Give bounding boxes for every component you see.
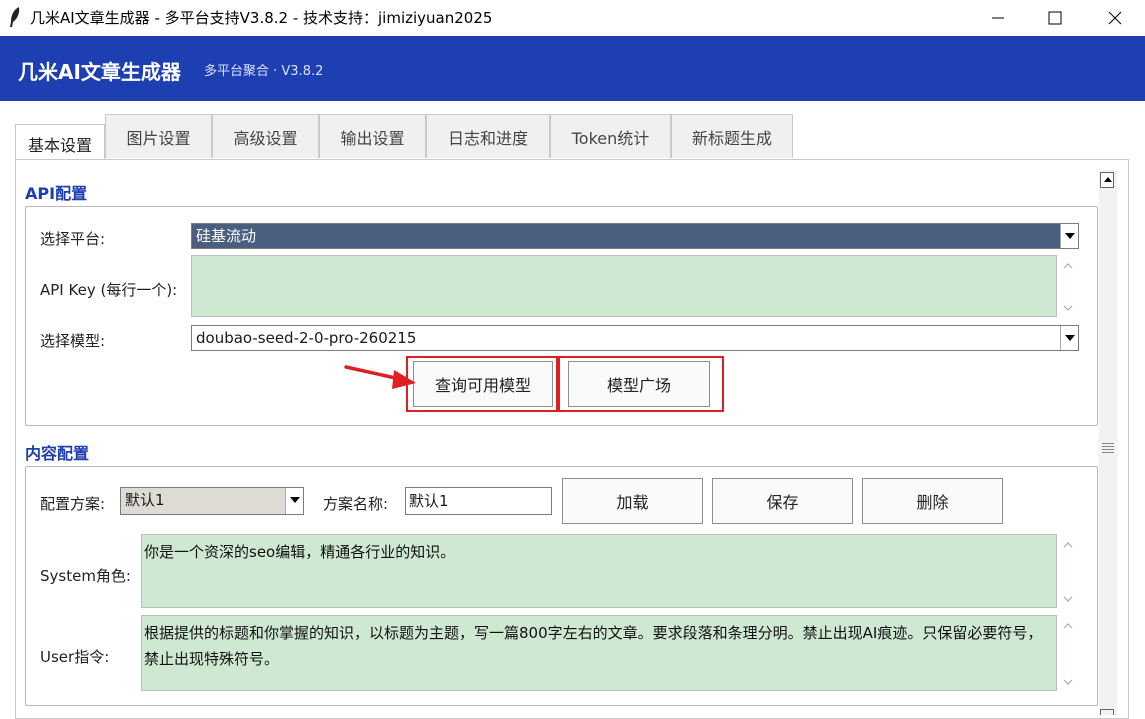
window-title: 几米AI文章生成器 - 多平台支持V3.8.2 - 技术支持：jimiziyua… bbox=[30, 9, 493, 27]
scroll-down-chevron-icon[interactable] bbox=[1062, 678, 1074, 686]
tab-token-stats[interactable]: Token统计 bbox=[550, 114, 671, 158]
system-role-scrollbar[interactable] bbox=[1060, 537, 1076, 607]
platform-select[interactable]: 硅基流动 bbox=[191, 223, 1079, 249]
scroll-up-chevron-icon[interactable] bbox=[1062, 622, 1074, 630]
scroll-up-arrow-icon[interactable] bbox=[1100, 172, 1114, 188]
model-label: 选择模型: bbox=[40, 332, 106, 350]
content-config-title: 内容配置 bbox=[25, 444, 90, 463]
delete-button[interactable]: 删除 bbox=[862, 478, 1003, 524]
chevron-down-icon[interactable] bbox=[285, 488, 303, 514]
chevron-down-icon[interactable] bbox=[1060, 326, 1078, 350]
window-titlebar: 几米AI文章生成器 - 多平台支持V3.8.2 - 技术支持：jimiziyua… bbox=[0, 0, 1145, 36]
model-select-value: doubao-seed-2-0-pro-260215 bbox=[196, 329, 417, 347]
api-key-textarea[interactable] bbox=[191, 255, 1057, 317]
scheme-select-value: 默认1 bbox=[125, 491, 165, 509]
api-config-title: API配置 bbox=[25, 184, 88, 203]
close-icon bbox=[1108, 11, 1122, 25]
scheme-name-input[interactable]: 默认1 bbox=[405, 487, 552, 515]
feather-icon bbox=[10, 7, 20, 27]
scroll-grip-icon[interactable] bbox=[1102, 443, 1114, 455]
save-button[interactable]: 保存 bbox=[712, 478, 853, 524]
platform-label: 选择平台: bbox=[40, 230, 106, 248]
scheme-label: 配置方案: bbox=[40, 495, 106, 513]
maximize-icon bbox=[1048, 11, 1062, 25]
app-header: 几米AI文章生成器 多平台聚合 · V3.8.2 bbox=[0, 36, 1145, 101]
tab-output-settings[interactable]: 输出设置 bbox=[319, 114, 426, 158]
close-button[interactable] bbox=[1089, 0, 1141, 36]
tab-advanced-settings[interactable]: 高级设置 bbox=[212, 114, 319, 158]
user-instruction-scrollbar[interactable] bbox=[1060, 618, 1076, 690]
query-models-button[interactable]: 查询可用模型 bbox=[413, 361, 553, 407]
scroll-down-chevron-icon[interactable] bbox=[1062, 304, 1074, 312]
panel-scrollbar[interactable] bbox=[1099, 170, 1117, 715]
load-button[interactable]: 加载 bbox=[562, 478, 703, 524]
tab-image-settings[interactable]: 图片设置 bbox=[105, 114, 212, 158]
system-role-label: System角色: bbox=[40, 567, 131, 585]
platform-select-value: 硅基流动 bbox=[196, 227, 257, 245]
maximize-button[interactable] bbox=[1029, 0, 1081, 36]
api-key-scrollbar[interactable] bbox=[1060, 258, 1076, 316]
app-subtitle: 多平台聚合 · V3.8.2 bbox=[204, 64, 324, 79]
scroll-up-chevron-icon[interactable] bbox=[1062, 262, 1074, 270]
user-instruction-textarea[interactable]: 根据提供的标题和你掌握的知识，以标题为主题，写一篇800字左右的文章。要求段落和… bbox=[141, 615, 1057, 691]
tab-new-title[interactable]: 新标题生成 bbox=[671, 114, 793, 158]
app-name: 几米AI文章生成器 bbox=[18, 60, 181, 84]
scroll-down-chevron-icon[interactable] bbox=[1062, 595, 1074, 603]
minimize-icon bbox=[992, 17, 1004, 19]
user-instruction-label: User指令: bbox=[40, 648, 110, 666]
scheme-name-label: 方案名称: bbox=[323, 495, 389, 513]
minimize-button[interactable] bbox=[972, 0, 1024, 36]
chevron-down-icon[interactable] bbox=[1060, 224, 1078, 248]
model-select[interactable]: doubao-seed-2-0-pro-260215 bbox=[191, 325, 1079, 351]
model-market-button[interactable]: 模型广场 bbox=[568, 361, 710, 407]
system-role-textarea[interactable]: 你是一个资深的seo编辑，精通各行业的知识。 bbox=[141, 534, 1057, 608]
scheme-select[interactable]: 默认1 bbox=[120, 487, 304, 515]
api-key-label: API Key (每行一个): bbox=[40, 281, 178, 299]
tab-log-progress[interactable]: 日志和进度 bbox=[426, 114, 550, 158]
scroll-down-arrow-icon[interactable] bbox=[1100, 709, 1114, 715]
tab-basic-settings[interactable]: 基本设置 bbox=[15, 124, 105, 162]
scroll-up-chevron-icon[interactable] bbox=[1062, 541, 1074, 549]
red-arrow-icon bbox=[344, 365, 416, 389]
